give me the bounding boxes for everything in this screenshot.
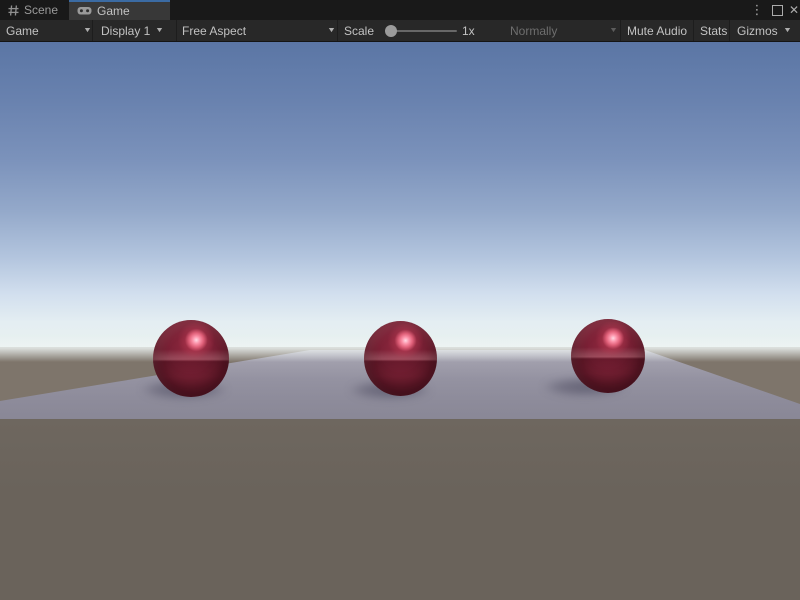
red-sphere-left (153, 320, 229, 397)
game-view-toolbar: Game ▼ Display 1 ▼ Free Aspect ▼ Scale 1… (0, 20, 800, 42)
tab-bar: Scene Game ⋮ ✕ (0, 0, 800, 20)
stats-button[interactable]: Stats (700, 20, 727, 41)
sky-gradient (0, 42, 800, 350)
near-ground-plane (0, 419, 800, 600)
red-sphere-center (364, 321, 437, 396)
chevron-down-icon: ▼ (155, 27, 164, 34)
window-menu-icon[interactable]: ⋮ (750, 0, 764, 20)
aspect-ratio-dropdown[interactable]: Free Aspect ▼ (182, 20, 246, 41)
game-render-viewport[interactable] (0, 42, 800, 600)
scale-value: 1x (462, 20, 475, 41)
chevron-down-icon: ▼ (783, 27, 792, 34)
red-sphere-right (571, 319, 645, 393)
play-focus-dropdown: Normally ▼ (510, 20, 557, 41)
unity-game-view-window: Scene Game ⋮ ✕ Game ▼ Display 1 ▼ (0, 0, 800, 600)
gamepad-icon (77, 6, 92, 16)
mute-audio-button[interactable]: Mute Audio (627, 20, 687, 41)
tab-game[interactable]: Game (69, 0, 170, 20)
chevron-down-icon: ▼ (83, 27, 92, 34)
game-mode-dropdown[interactable]: Game ▼ (6, 20, 39, 41)
scale-slider-track[interactable] (391, 30, 457, 32)
scale-slider-knob[interactable] (385, 25, 397, 37)
tab-scene-label: Scene (24, 3, 58, 17)
tab-scene[interactable]: Scene (0, 0, 69, 20)
scale-label: Scale (344, 20, 374, 41)
chevron-down-icon: ▼ (327, 27, 336, 34)
maximize-icon[interactable] (770, 0, 784, 20)
tab-game-label: Game (97, 4, 130, 18)
close-icon[interactable]: ✕ (787, 0, 800, 20)
scene-grid-icon (8, 5, 19, 16)
chevron-down-icon: ▼ (609, 27, 618, 34)
gizmos-dropdown[interactable]: Gizmos ▼ (737, 20, 791, 41)
display-dropdown[interactable]: Display 1 ▼ (101, 20, 163, 41)
